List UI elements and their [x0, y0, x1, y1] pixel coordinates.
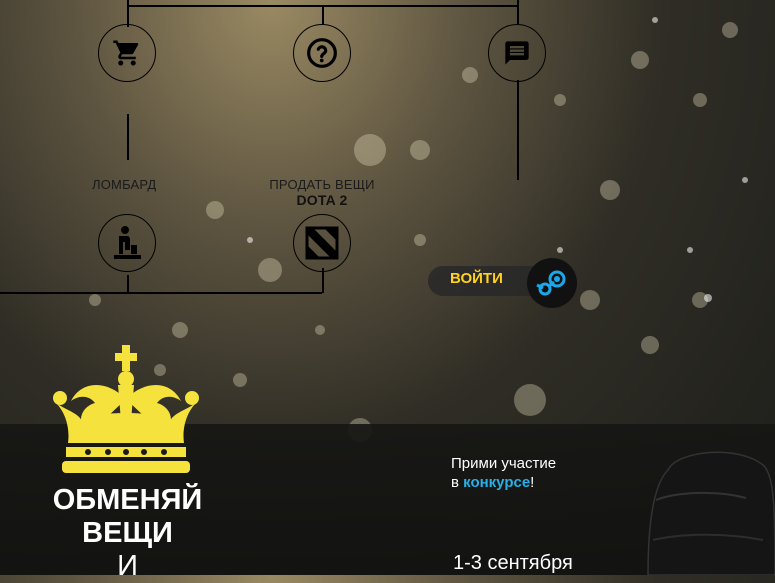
- connector-line: [517, 80, 519, 180]
- chat-button[interactable]: [488, 24, 546, 82]
- help-button[interactable]: [293, 24, 351, 82]
- pawnshop-icon: [114, 226, 141, 259]
- steam-icon: [536, 270, 566, 296]
- chat-icon: [505, 41, 529, 65]
- dota2-icon: [305, 226, 339, 260]
- promo-line2: в конкурсе!: [451, 473, 556, 492]
- promo-prefix: в: [451, 474, 459, 491]
- promo-line1: Прими участие: [451, 455, 557, 472]
- hero-title: ОБМЕНЯЙ ВЕЩИ И: [40, 484, 215, 583]
- crown-icon: [53, 345, 199, 473]
- contest-promo: Прими участие в конкурсе!: [451, 454, 556, 492]
- sell-items-text: ПРОДАТЬ ВЕЩИ: [269, 177, 375, 192]
- connector-line: [127, 114, 129, 160]
- backpack-image: [647, 451, 775, 575]
- pawnshop-button[interactable]: [98, 214, 156, 272]
- sell-items-game: DOTA 2: [296, 192, 348, 208]
- connector-line: [0, 292, 322, 294]
- connector-line: [517, 0, 519, 24]
- hero-title-line2: ВЕЩИ: [82, 517, 173, 549]
- pawnshop-label[interactable]: ЛОМБАРД: [92, 177, 156, 192]
- hero-title-line1: ОБМЕНЯЙ: [52, 484, 203, 516]
- steam-login-button[interactable]: [527, 258, 577, 308]
- connector-line: [127, 275, 129, 293]
- contest-date: 1-3 сентября: [453, 552, 573, 574]
- question-icon: [307, 38, 337, 68]
- hero-title-line3: И: [117, 550, 138, 582]
- promo-suffix: !: [530, 474, 535, 491]
- contest-link[interactable]: конкурсе: [463, 474, 530, 491]
- sell-items-label[interactable]: ПРОДАТЬ ВЕЩИ DOTA 2: [262, 177, 382, 208]
- cart-button[interactable]: [98, 24, 156, 82]
- connector-line: [322, 5, 324, 24]
- sell-dota2-button[interactable]: [293, 214, 351, 272]
- cart-icon: [113, 40, 139, 66]
- login-button[interactable]: ВОЙТИ: [450, 270, 503, 287]
